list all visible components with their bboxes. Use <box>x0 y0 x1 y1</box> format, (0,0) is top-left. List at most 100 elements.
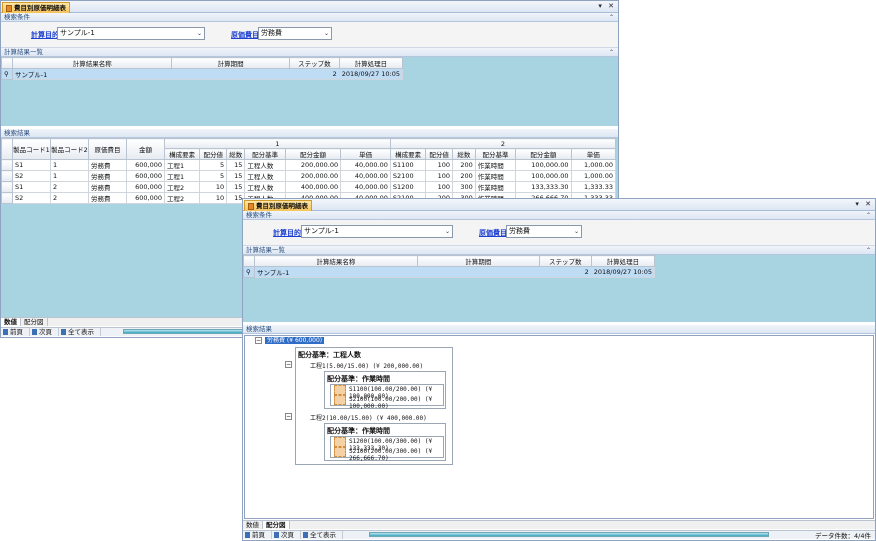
process1-box: 配分基準：作業時間 S1100(100.00/200.00) (¥ 100,00… <box>324 371 446 410</box>
col-header[interactable]: 計算処理日 <box>338 57 404 69</box>
table-cell: 1 <box>50 170 89 182</box>
row-selector[interactable] <box>1 170 13 182</box>
table-row[interactable]: S1 1 労務費 600,000 工程1 5 15 工程人数 200,000.00 40,000.… <box>1 159 617 171</box>
criteria-section-title: 検索条件 <box>4 13 30 21</box>
results-list-title: 計算結果一覧 <box>246 246 285 254</box>
results-list-header[interactable]: 計算結果一覧 ⌃ <box>1 48 618 57</box>
leaf-node[interactable]: S2100(100.00/200.00) (¥ 100,000.00) <box>349 396 443 410</box>
table-row[interactable]: S2 1 労務費 600,000 工程1 5 15 工程人数 200,000.00 40,000.… <box>1 170 617 182</box>
table-row[interactable]: S1 2 労務費 600,000 工程2 10 15 工程人数 400,000.00 40,000… <box>1 181 617 193</box>
show-all-icon <box>303 532 308 538</box>
criteria-section-header[interactable]: 検索条件 ⌃ <box>1 13 618 22</box>
window-controls[interactable]: ▾ ✕ <box>855 200 873 208</box>
col-header[interactable]: ステップ数 <box>288 57 340 69</box>
binoculars-icon[interactable]: ⚲ <box>243 266 255 278</box>
col-header[interactable]: 配分金額 <box>515 148 572 160</box>
show-all-button[interactable]: 全て表示 <box>301 531 343 539</box>
criteria-section-header[interactable]: 検索条件 ⌃ <box>243 211 875 220</box>
collapse-icon[interactable]: ⌃ <box>609 13 614 22</box>
cost-item-select[interactable]: 労務費 ⌄ <box>258 27 332 40</box>
row-selector[interactable] <box>1 192 13 204</box>
table-cell: 40,000.00 <box>340 170 391 182</box>
col-header[interactable]: 原価費目 <box>88 138 127 160</box>
document-tab[interactable]: 費目別原価明細表 <box>2 2 70 13</box>
tab-numeric[interactable]: 数値 <box>243 521 263 529</box>
tab-allocation-chart[interactable]: 配分図 <box>263 521 290 529</box>
col-header[interactable]: 配分基準 <box>474 148 517 160</box>
col-header[interactable]: 計算処理日 <box>590 255 656 267</box>
col-header[interactable]: 計算結果名称 <box>253 255 418 267</box>
window-controls[interactable]: ▾ ✕ <box>598 2 616 10</box>
criteria-panel: 計算目的 サンプル-1 ⌄ 原価費目 労務費 ⌄ <box>243 220 875 246</box>
document-tabbar: 費目別原価明細表 ▾ ✕ <box>243 199 875 211</box>
calc-purpose-value: サンプル-1 <box>304 227 339 235</box>
collapse-node-icon[interactable]: − <box>255 337 262 344</box>
col-header[interactable]: 単価 <box>570 148 617 160</box>
collapse-node-icon[interactable]: − <box>285 361 292 368</box>
col-header[interactable]: 構成要素 <box>163 148 201 160</box>
leaf-node[interactable]: S2100(200.00/300.00) (¥ 266,666.70) <box>349 448 443 462</box>
prev-page-icon <box>3 329 8 335</box>
calc-purpose-label[interactable]: 計算目的 <box>273 228 301 238</box>
col-header[interactable]: 配分金額 <box>284 148 342 160</box>
front-window: 費目別原価明細表 ▾ ✕ 検索条件 ⌃ 計算目的 サンプル-1 ⌄ 原価費目 労… <box>242 198 876 541</box>
results-list-header[interactable]: 計算結果一覧 ⌃ <box>243 246 875 255</box>
collapse-node-icon[interactable]: − <box>285 413 292 420</box>
show-all-button[interactable]: 全て表示 <box>59 328 101 336</box>
row-selector-header <box>1 138 13 160</box>
col-header[interactable]: 配分基準 <box>244 148 286 160</box>
col-header[interactable]: 計算期間 <box>416 255 540 267</box>
table-cell: 2 <box>50 192 89 204</box>
table-cell: 作業時間 <box>474 181 517 193</box>
col-header[interactable]: 総数 <box>452 148 476 160</box>
col-header[interactable]: 金額 <box>126 138 165 160</box>
col-header[interactable]: 配分値 <box>199 148 228 160</box>
allocation-tree: − 労務費 (¥ 600,000) 配分基準：工程人数 − 工程1(5.00/1… <box>244 335 874 519</box>
tree-root-node[interactable]: 労務費 (¥ 600,000) <box>265 337 325 344</box>
tab-numeric[interactable]: 数値 <box>1 318 21 326</box>
calc-purpose-label[interactable]: 計算目的 <box>31 30 59 40</box>
prev-page-button[interactable]: 前頁 <box>1 328 30 336</box>
col-header[interactable]: 製品コード1 <box>12 138 51 160</box>
table-cell: 100,000.00 <box>515 170 572 182</box>
row-selector[interactable] <box>1 159 13 171</box>
criteria-panel: 計算目的 サンプル-1 ⌄ 原価費目 労務費 ⌄ <box>1 22 618 48</box>
next-page-button[interactable]: 次頁 <box>272 531 301 539</box>
process2-box: 配分基準：作業時間 S1200(100.00/300.00) (¥ 133,33… <box>324 423 446 462</box>
process2-node[interactable]: 工程2(10.00/15.00) (¥ 400,000.00) <box>310 413 427 422</box>
table-cell <box>171 68 290 80</box>
table-cell: サンプル-1 <box>253 266 418 278</box>
next-page-button[interactable]: 次頁 <box>30 328 59 336</box>
group-header: 2 <box>389 138 617 149</box>
progress-bar <box>369 532 769 537</box>
row-selector[interactable] <box>1 181 13 193</box>
cost-item-label[interactable]: 原価費目 <box>231 30 259 40</box>
col-header[interactable]: 製品コード2 <box>50 138 89 160</box>
cost-item-select[interactable]: 労務費 ⌄ <box>506 225 582 238</box>
process1-node[interactable]: 工程1(5.00/15.00) (¥ 200,000.00) <box>310 361 423 370</box>
cost-item-label[interactable]: 原価費目 <box>479 228 507 238</box>
next-page-icon <box>32 329 37 335</box>
col-header[interactable]: ステップ数 <box>538 255 592 267</box>
collapse-icon[interactable]: ⌃ <box>609 48 614 57</box>
calc-purpose-select[interactable]: サンプル-1 ⌄ <box>301 225 453 238</box>
document-tab[interactable]: 費目別原価明細表 <box>244 200 312 211</box>
detail-table: 製品コード1 製品コード2 原価費目 金額 1 2 構成要素 配分値 総数 配分基準配… <box>1 138 617 204</box>
col-header[interactable]: 計算期間 <box>171 57 290 69</box>
prev-page-label: 前頁 <box>10 328 23 336</box>
calc-purpose-select[interactable]: サンプル-1 ⌄ <box>57 27 205 40</box>
collapse-icon[interactable]: ⌃ <box>866 211 871 220</box>
table-row[interactable]: ⚲ サンプル-1 2 2018/09/27 10:05 <box>243 266 656 278</box>
col-header[interactable]: 計算結果名称 <box>11 57 173 69</box>
col-header[interactable]: 構成要素 <box>389 148 427 160</box>
table-row[interactable]: ⚲ サンプル-1 2 2018/09/27 10:05 <box>1 68 404 80</box>
tab-allocation-chart[interactable]: 配分図 <box>21 318 48 326</box>
binoculars-icon[interactable]: ⚲ <box>1 68 13 80</box>
col-header[interactable]: 配分値 <box>425 148 454 160</box>
collapse-icon[interactable]: ⌃ <box>866 246 871 255</box>
col-header[interactable]: 単価 <box>340 148 391 160</box>
table-cell: 15 <box>226 159 246 171</box>
results-list-grid: 計算結果名称 計算期間 ステップ数 計算処理日 ⚲ サンプル-1 2 2018/… <box>1 57 618 126</box>
prev-page-button[interactable]: 前頁 <box>243 531 272 539</box>
col-header[interactable]: 総数 <box>226 148 246 160</box>
